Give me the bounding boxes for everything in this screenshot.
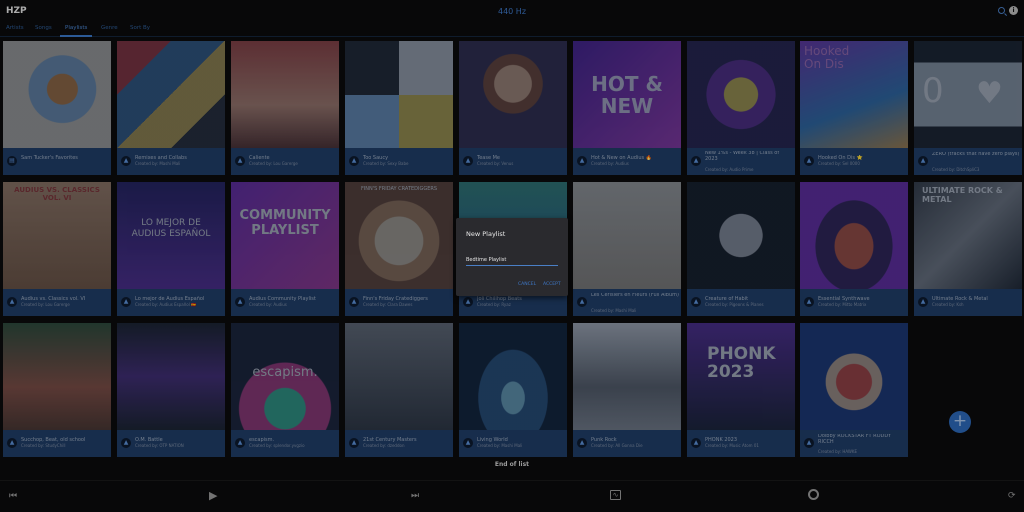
cancel-button[interactable]: CANCEL	[518, 282, 536, 287]
dialog-title: New Playlist	[466, 230, 506, 238]
accept-button[interactable]: ACCEPT	[543, 282, 561, 287]
new-playlist-dialog: New Playlist CANCEL ACCEPT	[456, 218, 568, 296]
playlist-name-input[interactable]	[466, 254, 558, 266]
app-root: HZP 440 Hz i Artists Songs Playlists Gen…	[0, 0, 1024, 512]
